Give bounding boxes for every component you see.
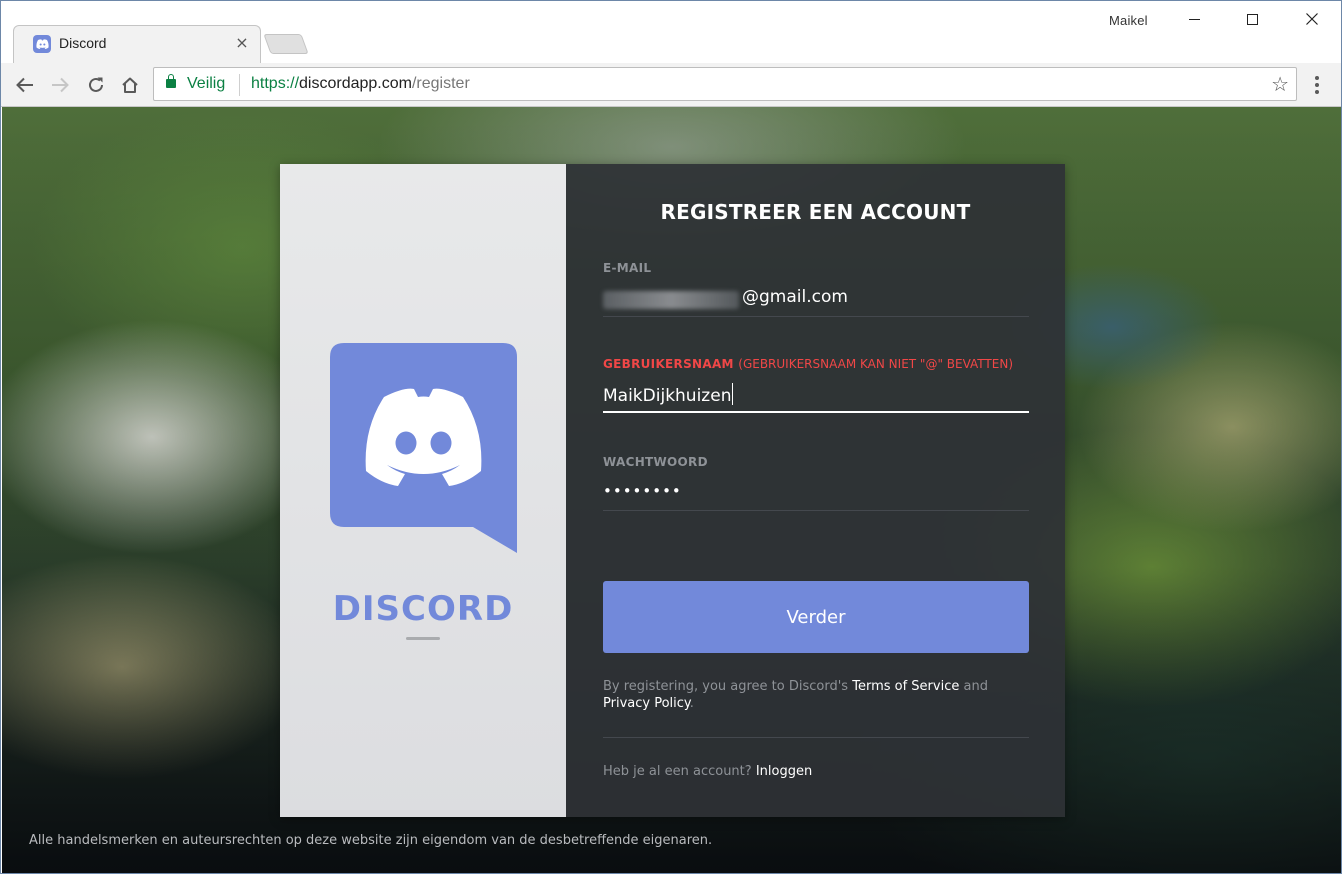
browser-toolbar: Veilig https://discordapp.com/register ☆ — [1, 63, 1341, 107]
reload-icon — [89, 77, 103, 92]
arrow-left-icon — [16, 77, 33, 93]
text-caret — [732, 383, 734, 405]
username-value-wrap: MaikDijkhuizen — [603, 383, 734, 406]
username-label: GEBRUIKERSNAAM (GEBRUIKERSNAAM KAN NIET … — [603, 357, 1029, 371]
url-scheme: https:// — [251, 75, 300, 92]
home-button[interactable] — [117, 72, 143, 98]
password-field-group: WACHTWOORD •••••••• — [603, 455, 1029, 511]
privacy-policy-link[interactable]: Privacy Policy — [603, 696, 690, 711]
username-field-group: GEBRUIKERSNAAM (GEBRUIKERSNAAM KAN NIET … — [603, 357, 1029, 413]
wordmark-underline — [406, 637, 440, 640]
minimize-icon — [1188, 18, 1200, 20]
browser-window: Discord × Maikel Veilig https://discorda… — [0, 0, 1342, 874]
maximize-icon — [1246, 13, 1258, 25]
terms-text: By registering, you agree to Discord's T… — [603, 678, 1029, 712]
username-error-hint: (GEBRUIKERSNAAM KAN NIET "@" BEVATTEN) — [738, 357, 1013, 371]
username-field[interactable]: MaikDijkhuizen — [603, 373, 1029, 413]
omnibox-divider — [239, 74, 240, 96]
email-label: E-MAIL — [603, 261, 652, 275]
new-tab-button[interactable] — [263, 34, 309, 54]
back-button[interactable] — [12, 72, 38, 98]
password-field[interactable]: •••••••• — [603, 471, 1029, 511]
login-prompt: Heb je al een account? Inloggen — [603, 764, 812, 779]
url-host: discordapp.com — [299, 75, 412, 92]
page-background: DISCORD REGISTREER EEN ACCOUNT E-MAIL @g… — [2, 107, 1341, 873]
secure-label: Veilig — [187, 75, 226, 92]
email-field-group: E-MAIL @gmail.com — [603, 261, 1029, 317]
terms-prefix: By registering, you agree to Discord's — [603, 679, 849, 694]
forward-button[interactable] — [47, 72, 73, 98]
continue-button[interactable]: Verder — [603, 581, 1029, 653]
form-divider — [603, 737, 1029, 738]
close-window-button[interactable] — [1283, 1, 1341, 37]
close-icon — [1306, 13, 1318, 25]
terms-of-service-link[interactable]: Terms of Service — [852, 679, 959, 694]
brand-panel: DISCORD — [280, 164, 566, 817]
copyright-note: Alle handelsmerken en auteursrechten op … — [29, 833, 713, 848]
minimize-button[interactable] — [1165, 1, 1223, 37]
tab-discord[interactable]: Discord × — [13, 25, 261, 63]
lock-icon — [166, 74, 176, 88]
discord-wordmark: DISCORD — [332, 589, 514, 629]
discord-logo-icon — [330, 343, 517, 553]
tab-title: Discord — [59, 35, 107, 51]
home-icon — [122, 77, 138, 93]
tab-close-icon[interactable]: × — [233, 34, 251, 52]
redacted-email-local-part — [603, 291, 739, 309]
maximize-button[interactable] — [1223, 1, 1281, 37]
arrow-right-icon — [52, 77, 69, 93]
browser-menu-icon[interactable] — [1314, 73, 1320, 97]
title-bar: Discord × Maikel — [1, 1, 1341, 63]
login-prompt-text: Heb je al een account? — [603, 764, 752, 779]
login-link[interactable]: Inloggen — [756, 764, 812, 779]
username-value: MaikDijkhuizen — [603, 386, 732, 406]
password-masked-value: •••••••• — [603, 482, 682, 500]
register-form: REGISTREER EEN ACCOUNT E-MAIL @gmail.com… — [566, 164, 1065, 817]
reload-button[interactable] — [83, 72, 109, 98]
url-path: /register — [411, 75, 470, 92]
password-label: WACHTWOORD — [603, 455, 708, 469]
url-text[interactable]: https://discordapp.com/register — [251, 75, 470, 93]
email-value: @gmail.com — [742, 287, 848, 307]
terms-and: and — [963, 679, 988, 694]
terms-suffix: . — [689, 696, 694, 711]
address-bar[interactable]: Veilig https://discordapp.com/register ☆ — [153, 67, 1297, 101]
bookmark-star-icon[interactable]: ☆ — [1271, 73, 1289, 95]
username-label-text: GEBRUIKERSNAAM — [603, 357, 734, 371]
profile-name[interactable]: Maikel — [1109, 13, 1148, 28]
discord-favicon-icon — [33, 35, 51, 53]
register-card: DISCORD REGISTREER EEN ACCOUNT E-MAIL @g… — [280, 164, 1065, 817]
email-field[interactable]: @gmail.com — [603, 277, 1029, 317]
form-title: REGISTREER EEN ACCOUNT — [660, 200, 971, 224]
